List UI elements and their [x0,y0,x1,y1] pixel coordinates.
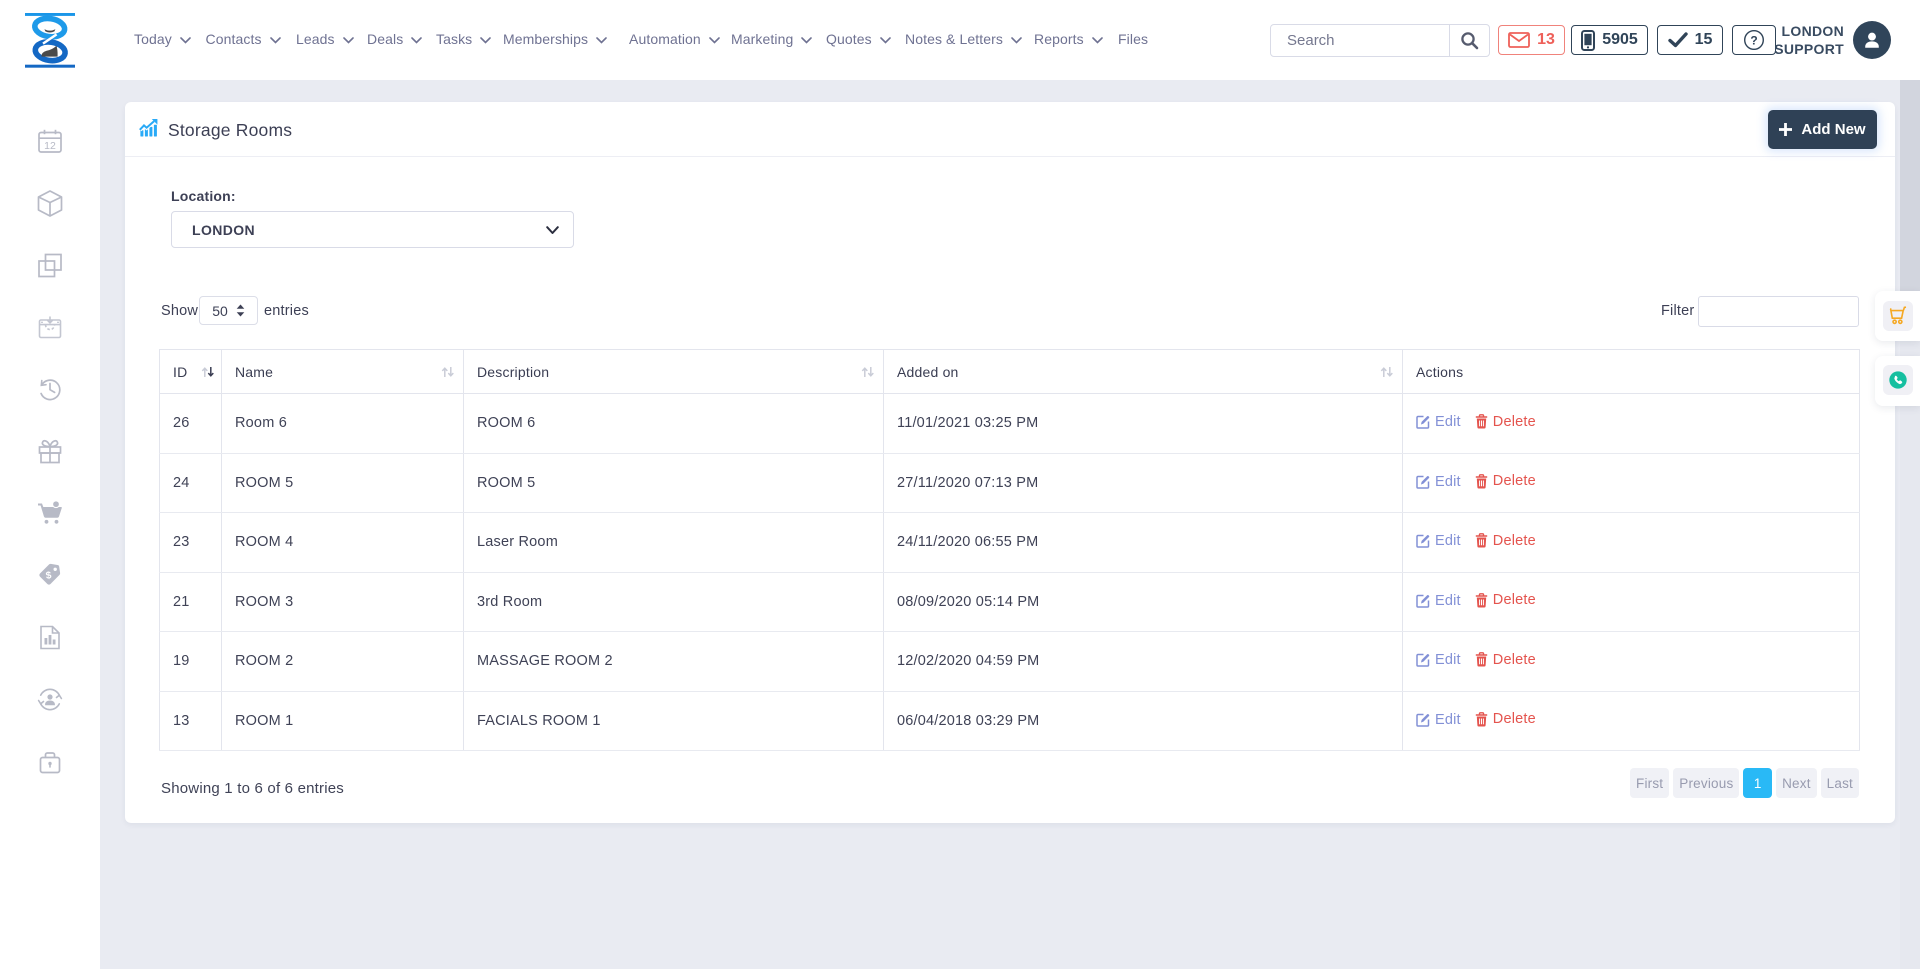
svg-text:12: 12 [44,140,56,152]
